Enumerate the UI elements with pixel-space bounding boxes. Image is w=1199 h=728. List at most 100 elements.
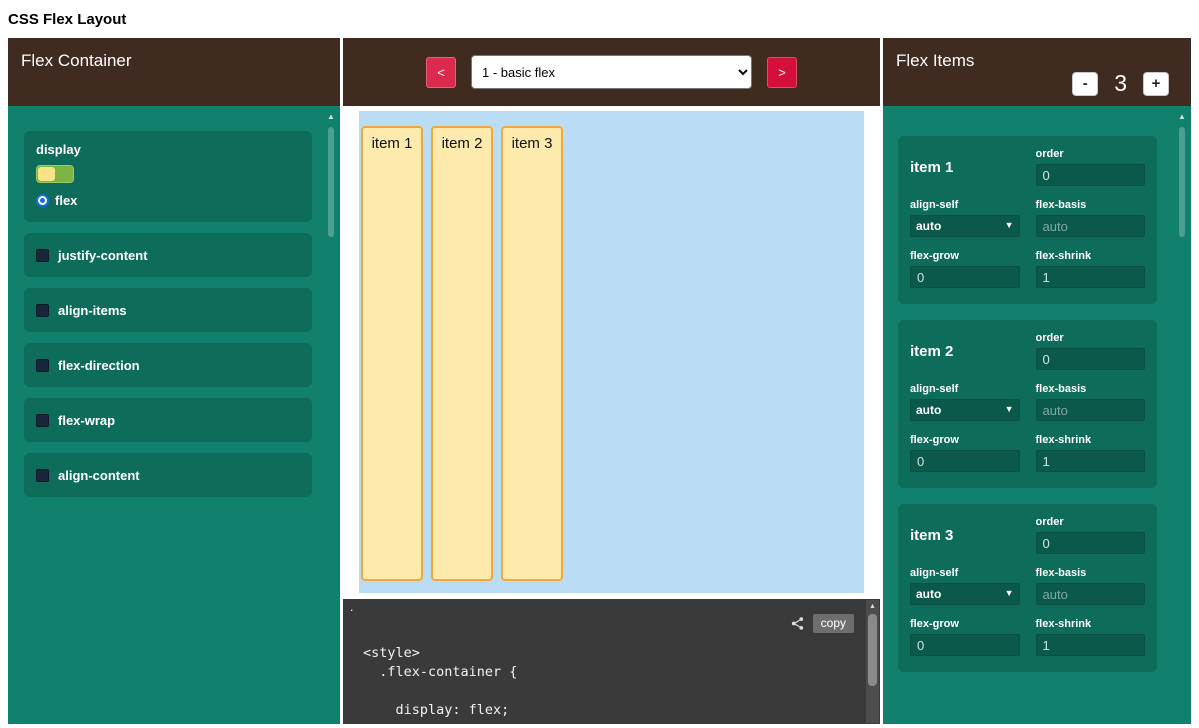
flex-shrink-field: flex-shrink <box>1036 434 1146 472</box>
scrollbar-thumb[interactable] <box>1179 127 1185 237</box>
order-field: order <box>1036 332 1146 370</box>
next-example-button[interactable]: > <box>767 57 797 88</box>
flex-radio-label: flex <box>55 193 77 208</box>
align-self-select-wrap: auto <box>910 399 1020 421</box>
align-self-select[interactable]: auto <box>910 399 1020 421</box>
align-self-label: align-self <box>910 199 1020 211</box>
order-input[interactable] <box>1036 164 1146 186</box>
scroll-up-arrow-icon[interactable]: ▲ <box>325 109 337 121</box>
flex-shrink-input[interactable] <box>1036 266 1146 288</box>
align-content-checkbox[interactable] <box>36 469 49 482</box>
flex-grow-input[interactable] <box>910 266 1020 288</box>
align-items-label: align-items <box>58 303 127 318</box>
flex-grow-label: flex-grow <box>910 618 1020 630</box>
example-select[interactable]: 1 - basic flex <box>471 55 752 89</box>
item-name: item 1 <box>910 159 1020 176</box>
flex-shrink-input[interactable] <box>1036 450 1146 472</box>
code-bullet: . <box>350 600 353 614</box>
share-icon[interactable] <box>790 616 805 631</box>
item-card-2: item 2 order align-self auto flex-basis <box>898 320 1157 488</box>
flex-direction-label: flex-direction <box>58 358 140 373</box>
flex-grow-input[interactable] <box>910 634 1020 656</box>
right-panel-scrollbar[interactable]: ▲ <box>1176 109 1188 721</box>
section-align-items[interactable]: align-items <box>24 288 312 332</box>
example-navigation-header: < 1 - basic flex > <box>343 38 880 106</box>
flex-grow-field: flex-grow <box>910 250 1020 288</box>
code-tools: copy <box>790 614 854 633</box>
scroll-up-arrow-icon[interactable]: ▲ <box>1176 109 1188 121</box>
increase-items-button[interactable]: + <box>1143 72 1169 96</box>
page-title: CSS Flex Layout <box>0 0 1199 38</box>
align-self-select[interactable]: auto <box>910 215 1020 237</box>
flex-basis-field: flex-basis <box>1036 383 1146 421</box>
order-field: order <box>1036 148 1146 186</box>
align-self-select[interactable]: auto <box>910 583 1020 605</box>
flex-basis-input[interactable] <box>1036 583 1146 605</box>
prev-example-button[interactable]: < <box>426 57 456 88</box>
flex-items-body: ▲ item 1 order align-self auto <box>883 106 1191 724</box>
align-self-label: align-self <box>910 567 1020 579</box>
section-flex-wrap[interactable]: flex-wrap <box>24 398 312 442</box>
code-line: <style> <box>363 644 880 663</box>
order-input[interactable] <box>1036 532 1146 554</box>
align-content-label: align-content <box>58 468 140 483</box>
flex-items-title: Flex Items <box>896 51 974 70</box>
display-toggle[interactable] <box>36 165 74 183</box>
section-justify-content[interactable]: justify-content <box>24 233 312 277</box>
flex-shrink-label: flex-shrink <box>1036 618 1146 630</box>
order-input[interactable] <box>1036 348 1146 370</box>
align-self-label: align-self <box>910 383 1020 395</box>
copy-button[interactable]: copy <box>813 614 854 633</box>
align-self-field: align-self auto <box>910 567 1020 605</box>
scrollbar-thumb[interactable] <box>868 614 877 686</box>
flex-basis-field: flex-basis <box>1036 199 1146 237</box>
flex-container-header: Flex Container <box>8 38 340 106</box>
flex-grow-label: flex-grow <box>910 434 1020 446</box>
section-align-content[interactable]: align-content <box>24 453 312 497</box>
flex-grow-input[interactable] <box>910 450 1020 472</box>
flex-direction-checkbox[interactable] <box>36 359 49 372</box>
justify-content-label: justify-content <box>58 248 148 263</box>
main-columns: Flex Container ▲ display flex ju <box>0 38 1199 724</box>
flex-container-preview: item 1 item 2 item 3 <box>359 111 864 593</box>
flex-item: item 2 <box>431 126 493 581</box>
item-card-1: item 1 order align-self auto flex-basis <box>898 136 1157 304</box>
flex-basis-input[interactable] <box>1036 399 1146 421</box>
radio-selected-icon <box>36 194 49 207</box>
flex-items-header: Flex Items - 3 + <box>883 38 1191 106</box>
flex-wrap-checkbox[interactable] <box>36 414 49 427</box>
flex-shrink-label: flex-shrink <box>1036 434 1146 446</box>
flex-shrink-label: flex-shrink <box>1036 250 1146 262</box>
code-line: display: flex; <box>363 701 880 720</box>
align-items-checkbox[interactable] <box>36 304 49 317</box>
display-label: display <box>36 142 300 157</box>
flex-basis-input[interactable] <box>1036 215 1146 237</box>
flex-shrink-input[interactable] <box>1036 634 1146 656</box>
align-self-select-wrap: auto <box>910 583 1020 605</box>
preview-panel: < 1 - basic flex > item 1 item 2 item 3 … <box>343 38 880 724</box>
left-panel-scrollbar[interactable]: ▲ <box>325 109 337 721</box>
align-self-select-wrap: auto <box>910 215 1020 237</box>
code-line <box>363 682 880 701</box>
flex-basis-label: flex-basis <box>1036 567 1146 579</box>
code-content: <style> .flex-container { display: flex; <box>363 644 880 720</box>
section-flex-direction[interactable]: flex-direction <box>24 343 312 387</box>
display-card: display flex <box>24 131 312 222</box>
code-scrollbar[interactable]: ▲ <box>866 600 879 723</box>
scrollbar-thumb[interactable] <box>328 127 334 237</box>
toggle-knob-icon <box>38 167 55 181</box>
display-flex-radio-row[interactable]: flex <box>36 193 300 208</box>
code-block: . copy <style> .flex-container { display <box>343 599 880 724</box>
code-line: .flex-container { <box>363 663 880 682</box>
flex-shrink-field: flex-shrink <box>1036 618 1146 656</box>
decrease-items-button[interactable]: - <box>1072 72 1098 96</box>
scroll-up-arrow-icon[interactable]: ▲ <box>866 600 879 610</box>
flex-container-body: ▲ display flex justify-content <box>8 106 340 724</box>
justify-content-checkbox[interactable] <box>36 249 49 262</box>
flex-container-title: Flex Container <box>21 51 132 70</box>
flex-grow-label: flex-grow <box>910 250 1020 262</box>
order-label: order <box>1036 516 1146 528</box>
flex-container-panel: Flex Container ▲ display flex ju <box>8 38 340 724</box>
item-count: 3 <box>1114 70 1127 97</box>
order-field: order <box>1036 516 1146 554</box>
